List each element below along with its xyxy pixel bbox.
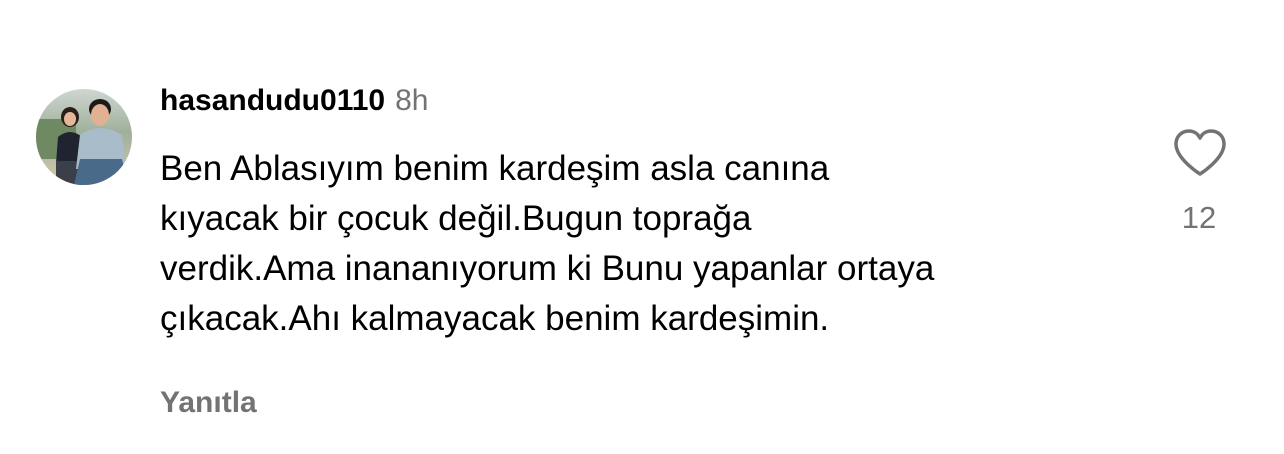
- like-count: 12: [1181, 200, 1217, 235]
- heart-outline-icon: [1174, 129, 1226, 176]
- username[interactable]: hasandudu0110: [160, 84, 385, 118]
- avatar-photo: [36, 89, 132, 185]
- comment-line: Ben Ablasıyım benim kardeşim asla canına: [160, 149, 830, 188]
- timestamp: 8h: [395, 84, 429, 117]
- comment: hasandudu0110 8h Ben Ablasıyım benim kar…: [0, 0, 1284, 454]
- comment-line: verdik.Ama inananıyorum ki Bunu yapanlar…: [160, 249, 935, 288]
- comment-text: Ben Ablasıyım benim kardeşim asla canına…: [160, 144, 1120, 344]
- comment-line: kıyacak bir çocuk değil.Bugun toprağa: [160, 199, 752, 238]
- comment-meta: hasandudu0110 8h: [160, 84, 1160, 130]
- like-button[interactable]: [1170, 128, 1230, 178]
- comment-body: hasandudu0110 8h Ben Ablasıyım benim kar…: [160, 84, 1160, 420]
- reply-button[interactable]: Yanıtla: [160, 386, 1160, 420]
- comment-line: çıkacak.Ahı kalmayacak benim kardeşimin.: [160, 299, 830, 338]
- avatar[interactable]: [36, 89, 132, 185]
